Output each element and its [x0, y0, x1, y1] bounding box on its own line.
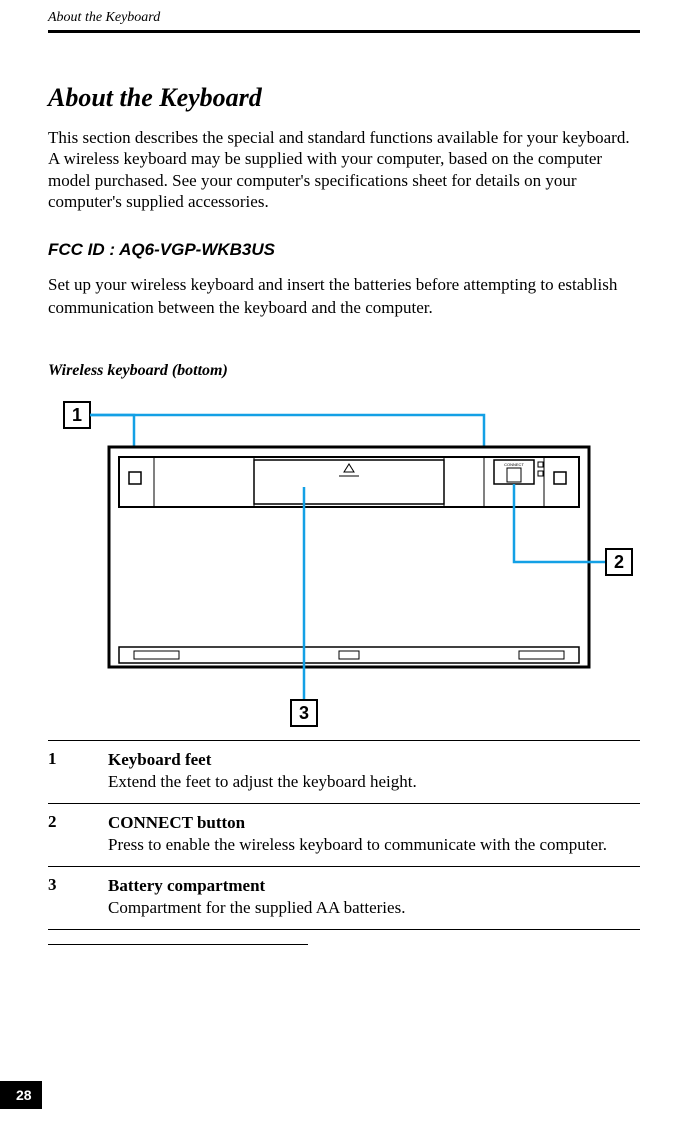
- header-rule: [48, 30, 640, 33]
- svg-text:1: 1: [72, 405, 82, 425]
- setup-paragraph: Set up your wireless keyboard and insert…: [48, 274, 640, 320]
- legend-title: CONNECT button: [108, 813, 245, 832]
- page-number: 28: [0, 1081, 42, 1109]
- legend-title: Battery compartment: [108, 876, 265, 895]
- svg-text:CONNECT: CONNECT: [504, 462, 524, 467]
- figure-caption: Wireless keyboard (bottom): [48, 362, 640, 380]
- legend-text: Press to enable the wireless keyboard to…: [108, 835, 607, 854]
- intro-paragraph: This section describes the special and s…: [48, 127, 640, 212]
- legend-number: 2: [48, 812, 108, 856]
- keyboard-diagram: 1 CONNECT: [54, 392, 634, 732]
- legend-desc: Keyboard feet Extend the feet to adjust …: [108, 749, 640, 793]
- legend-title: Keyboard feet: [108, 750, 211, 769]
- fcc-id-heading: FCC ID : AQ6-VGP-WKB3US: [48, 240, 640, 260]
- svg-text:2: 2: [614, 552, 624, 572]
- legend-text: Compartment for the supplied AA batterie…: [108, 898, 405, 917]
- legend-desc: Battery compartment Compartment for the …: [108, 875, 640, 919]
- legend-number: 3: [48, 875, 108, 919]
- page: About the Keyboard About the Keyboard Th…: [0, 0, 678, 1127]
- legend-row: 1 Keyboard feet Extend the feet to adjus…: [48, 740, 640, 803]
- legend-desc: CONNECT button Press to enable the wirel…: [108, 812, 640, 856]
- svg-text:3: 3: [299, 703, 309, 723]
- legend-number: 1: [48, 749, 108, 793]
- legend-text: Extend the feet to adjust the keyboard h…: [108, 772, 417, 791]
- footnote-rule: [48, 944, 308, 945]
- diagram-svg: 1 CONNECT: [54, 392, 634, 732]
- running-head: About the Keyboard: [48, 0, 640, 26]
- page-title: About the Keyboard: [48, 83, 640, 113]
- legend-row: 3 Battery compartment Compartment for th…: [48, 866, 640, 930]
- legend-row: 2 CONNECT button Press to enable the wir…: [48, 803, 640, 866]
- legend-table: 1 Keyboard feet Extend the feet to adjus…: [48, 740, 640, 931]
